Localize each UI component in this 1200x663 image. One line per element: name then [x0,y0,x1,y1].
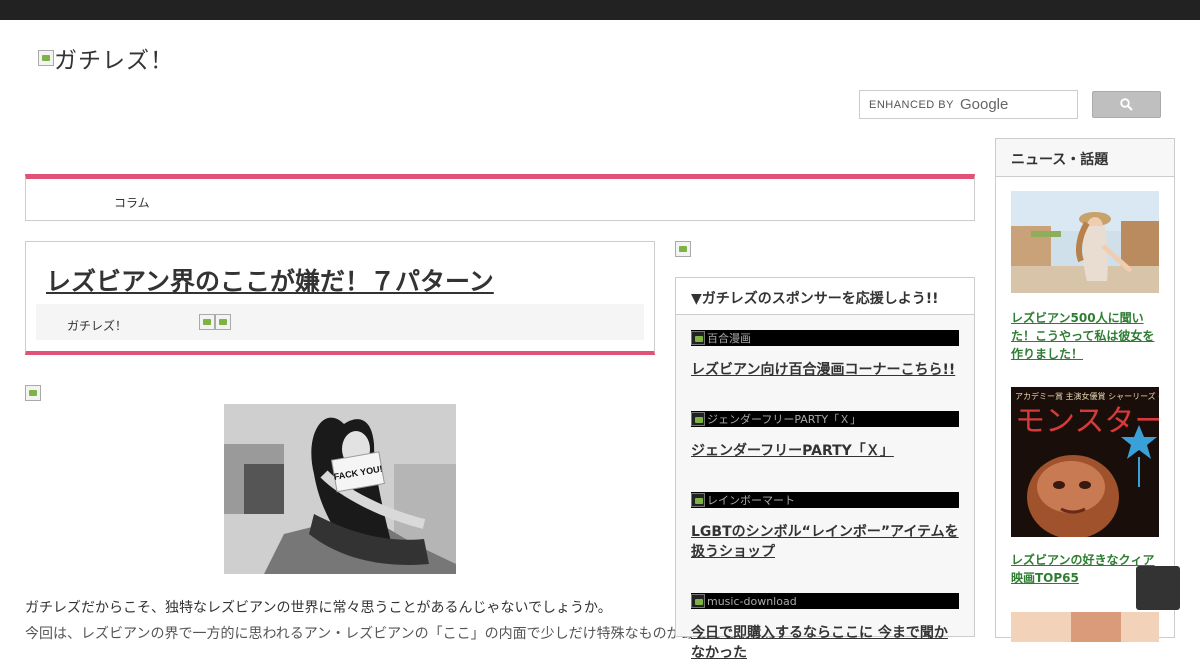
news-link[interactable]: レズビアン500人に聞いた！こうやって私は彼女を作りました！ [1011,309,1161,363]
sponsor-item: レインボーマート LGBTのシンボル“レインボー”アイテムを扱うショップ [691,492,959,562]
broken-image-icon [691,331,705,345]
news-thumbnail[interactable] [1011,191,1159,293]
sponsor-link[interactable]: レズビアン向け百合漫画コーナーこちら!! [691,360,959,380]
broken-image-icon [691,594,705,608]
sponsor-item: music-download 今日で即購入するならここに 今まで聞かなかった [691,593,959,663]
broken-image-icon [25,385,41,401]
search-google-brand: Google [959,96,1009,113]
article-meta: ガチレズ！ [36,304,644,340]
article-header: レズビアン界のここが嫌だ！７パターン ガチレズ！ [25,241,655,355]
article-intro: ガチレズだからこそ、独特なレズビアンの世界に常々思うことがあるんじゃないでしょう… [25,600,612,616]
news-thumbnail[interactable] [1011,612,1159,642]
nav-item-column[interactable]: コラム [114,194,150,211]
search-enhanced-label: ENHANCED BY [869,98,954,111]
sponsor-widget: ▼ガチレズのスポンサーを応援しよう!! 百合漫画 レズビアン向け百合漫画コーナー… [675,277,975,661]
news-widget: ニュース・話題 レズビアン500人に聞いた！こうやって私は彼女を作りました！ ア… [995,138,1175,642]
sponsor-banner[interactable]: ジェンダーフリーPARTY「Ｘ」 [691,411,959,427]
article-photo: FACK YOU! [224,404,456,574]
broken-image-icon [691,412,705,426]
search-button[interactable] [1092,91,1161,118]
top-bar [0,0,1200,20]
broken-image-icon [675,241,691,257]
site-logo[interactable]: ガチレズ！ [38,43,174,74]
sponsor-banner[interactable]: music-download [691,593,959,609]
sponsor-link[interactable]: ジェンダーフリーPARTY「Ｘ」 [691,441,959,461]
sponsor-item: 百合漫画 レズビアン向け百合漫画コーナーこちら!! [691,330,959,380]
share-image-icon[interactable] [199,314,215,330]
broken-image-icon [38,50,54,66]
poster-top-text: アカデミー賞 主演女優賞 シャーリーズ・セロン [1015,391,1159,401]
sponsor-banner[interactable]: レインボーマート [691,492,959,508]
share-icons [199,314,231,330]
category-nav: コラム [25,174,975,221]
site-logo-alt-text: ガチレズ！ [54,48,174,74]
sponsor-banner-alt: music-download [707,594,797,608]
search-input[interactable]: ENHANCED BY Google [859,90,1078,119]
search-icon [1120,98,1133,111]
broken-image-icon [691,493,705,507]
news-heading: ニュース・話題 [996,139,1174,177]
article-author[interactable]: ガチレズ！ [67,317,127,334]
news-thumbnail[interactable]: アカデミー賞 主演女優賞 シャーリーズ・セロン モンスター [1011,387,1159,537]
scroll-to-top-button[interactable] [1136,566,1180,610]
sponsor-item: ジェンダーフリーPARTY「Ｘ」 ジェンダーフリーPARTY「Ｘ」 [691,411,959,461]
share-image-icon[interactable] [215,314,231,330]
sponsor-banner-alt: ジェンダーフリーPARTY「Ｘ」 [707,413,862,426]
sponsor-link[interactable]: LGBTのシンボル“レインボー”アイテムを扱うショップ [691,522,959,562]
sponsor-link[interactable]: 今日で即購入するならここに 今まで聞かなかった [691,623,959,663]
sponsor-heading: ▼ガチレズのスポンサーを応援しよう!! [676,278,974,315]
article-title[interactable]: レズビアン界のここが嫌だ！７パターン [46,262,494,298]
sponsor-banner-alt: レインボーマート [707,494,795,507]
sponsor-banner[interactable]: 百合漫画 [691,330,959,346]
sponsor-banner-alt: 百合漫画 [707,332,751,345]
